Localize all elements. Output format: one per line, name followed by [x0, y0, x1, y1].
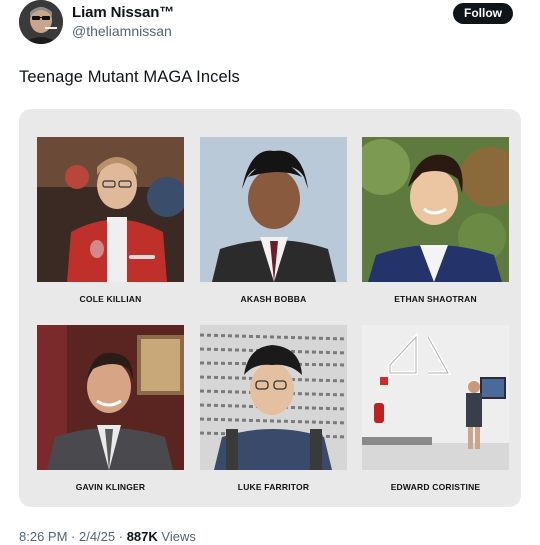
- tweet-text: Teenage Mutant MAGA Incels: [19, 68, 240, 86]
- author-name[interactable]: Liam Nissan™: [72, 4, 174, 21]
- views-count[interactable]: 887K: [127, 529, 158, 544]
- person-name: ETHAN SHAOTRAN: [394, 294, 477, 304]
- person-name: GAVIN KLINGER: [75, 482, 146, 492]
- meta-separator: ·: [115, 529, 127, 544]
- tweet-meta: 8:26 PM · 2/4/25 · 887K Views: [19, 529, 196, 544]
- person-photo[interactable]: [362, 137, 509, 282]
- meta-separator: ·: [67, 529, 79, 544]
- views-label: Views: [157, 529, 196, 544]
- person-photo[interactable]: [37, 325, 184, 470]
- person-name: COLE KILLIAN: [79, 294, 142, 304]
- tweet-header: Liam Nissan™ @theliamnissan Follow: [19, 0, 521, 48]
- tweet-media[interactable]: COLE KILLIAN AKASH BOBBA ETHAN SHAOTRAN …: [19, 109, 521, 507]
- tweet-date[interactable]: 2/4/25: [79, 529, 115, 544]
- follow-button[interactable]: Follow: [453, 3, 513, 24]
- person-photo[interactable]: [37, 137, 184, 282]
- person-photo[interactable]: [200, 325, 347, 470]
- avatar[interactable]: [19, 0, 63, 44]
- author-handle[interactable]: @theliamnissan: [72, 23, 172, 39]
- person-photo[interactable]: [200, 137, 347, 282]
- person-name: AKASH BOBBA: [240, 294, 307, 304]
- tweet-time[interactable]: 8:26 PM: [19, 529, 67, 544]
- person-name: EDWARD CORISTINE: [390, 482, 481, 492]
- person-name: LUKE FARRITOR: [237, 482, 310, 492]
- person-photo[interactable]: [362, 325, 509, 470]
